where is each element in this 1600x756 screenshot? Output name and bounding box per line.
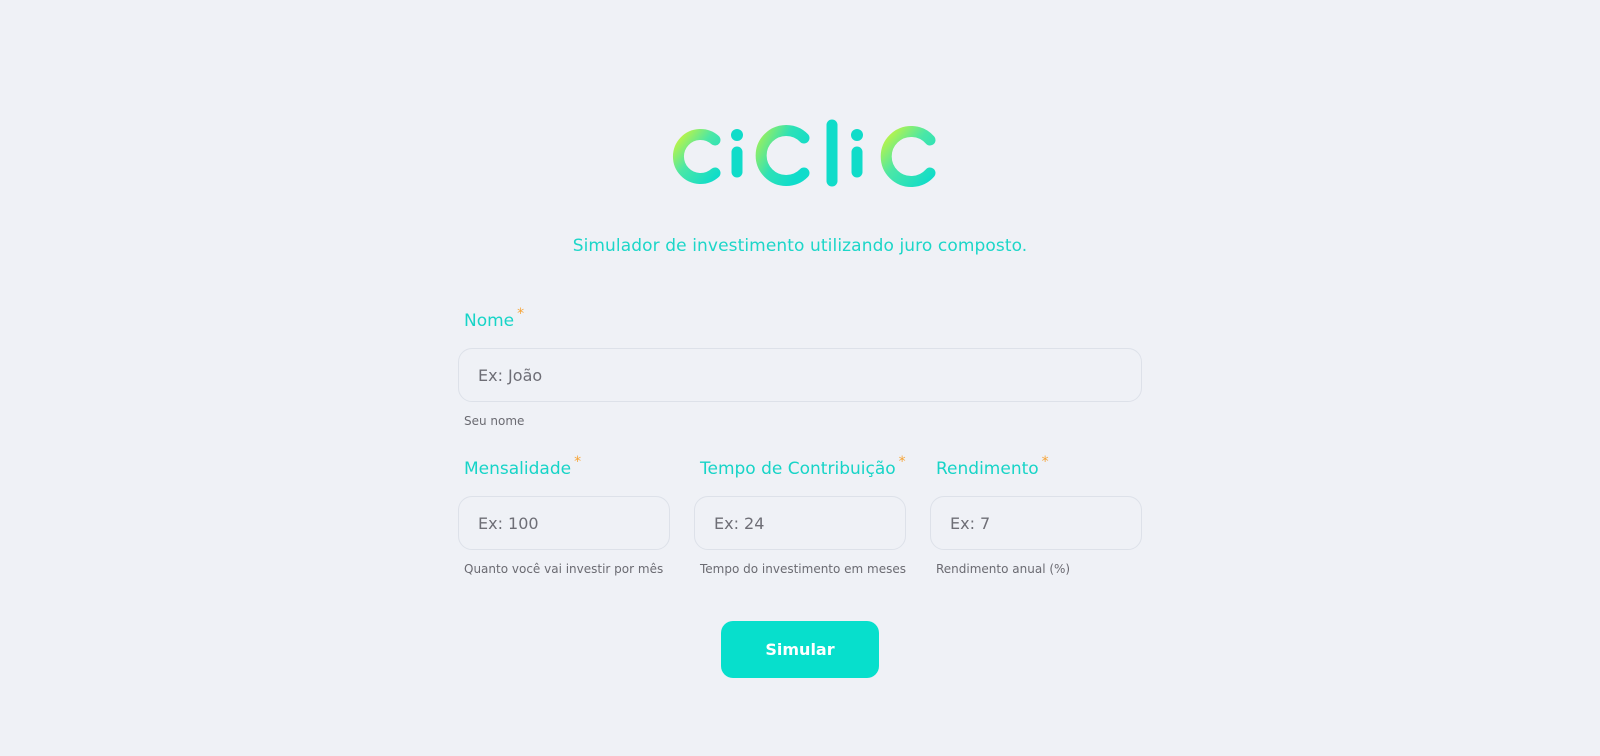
mensalidade-label-text: Mensalidade (464, 459, 572, 479)
rendimento-label: Rendimento * (936, 454, 1049, 479)
tempo-label-text: Tempo de Contribuição (700, 459, 896, 479)
mensalidade-input[interactable] (458, 496, 670, 550)
nome-input[interactable] (458, 348, 1142, 402)
nome-label: Nome * (464, 306, 524, 331)
mensalidade-hint: Quanto você vai investir por mês (464, 562, 664, 576)
nome-label-text: Nome (464, 311, 515, 331)
required-marker: * (574, 454, 582, 470)
tempo-hint: Tempo do investimento em meses (700, 562, 907, 576)
tempo-input[interactable] (694, 496, 906, 550)
nome-hint: Seu nome (464, 414, 525, 428)
rendimento-hint: Rendimento anual (%) (936, 562, 1071, 576)
simular-button[interactable]: Simular (721, 621, 879, 678)
mensalidade-label: Mensalidade * (464, 454, 581, 479)
ciclic-logo (672, 119, 936, 187)
required-marker: * (517, 306, 525, 322)
subtitle: Simulador de investimento utilizando jur… (572, 236, 1028, 256)
simulator-page: Simulador de investimento utilizando jur… (0, 0, 1600, 756)
required-marker: * (898, 454, 906, 470)
rendimento-label-text: Rendimento (936, 459, 1039, 479)
tempo-label: Tempo de Contribuição * (700, 454, 906, 479)
required-marker: * (1041, 454, 1049, 470)
rendimento-input[interactable] (930, 496, 1142, 550)
